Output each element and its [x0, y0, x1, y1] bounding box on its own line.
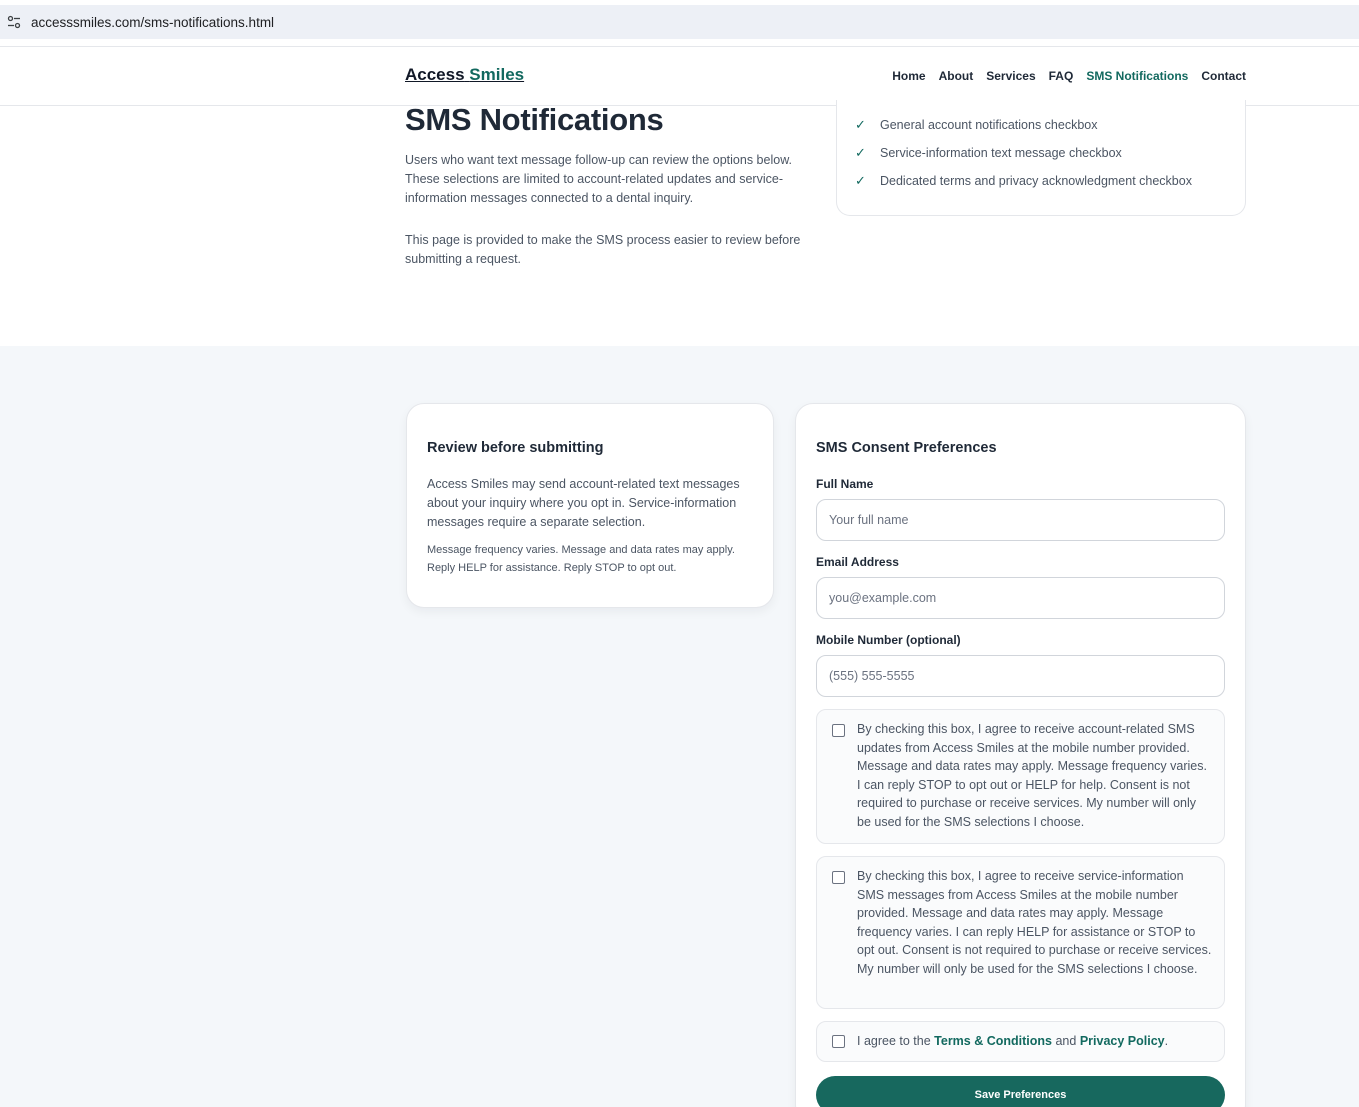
url-bar[interactable]: accesssmiles.com/sms-notifications.html — [0, 5, 1359, 39]
full-name-input[interactable] — [816, 499, 1225, 541]
check-icon: ✓ — [855, 145, 866, 160]
main-nav: Home About Services FAQ SMS Notification… — [892, 69, 1246, 83]
nav-sms-notifications[interactable]: SMS Notifications — [1086, 69, 1188, 83]
privacy-policy-link[interactable]: Privacy Policy — [1080, 1034, 1165, 1048]
page-title: SMS Notifications — [405, 102, 664, 137]
email-label: Email Address — [816, 555, 899, 569]
account-sms-checkbox[interactable] — [832, 724, 845, 737]
service-sms-checkbox[interactable] — [832, 871, 845, 884]
nav-about[interactable]: About — [939, 69, 974, 83]
nav-faq[interactable]: FAQ — [1049, 69, 1074, 83]
logo-text-access: Access — [405, 65, 465, 84]
site-header: Access Smiles Home About Services FAQ SM… — [0, 46, 1359, 106]
hero-secondary-text: This page is provided to make the SMS pr… — [405, 233, 801, 266]
check-icon: ✓ — [855, 117, 866, 132]
check-icon: ✓ — [855, 173, 866, 188]
logo-text-smiles: Smiles — [469, 65, 525, 84]
checklist-item: ✓ Dedicated terms and privacy acknowledg… — [855, 173, 1192, 189]
mobile-label: Mobile Number (optional) — [816, 633, 961, 647]
email-input[interactable] — [816, 577, 1225, 619]
review-card-disclaimer: Message frequency varies. Message and da… — [427, 544, 735, 574]
sms-consent-section: Review before submitting Access Smiles m… — [0, 346, 1359, 1107]
save-preferences-button[interactable]: Save Preferences — [816, 1076, 1225, 1107]
terms-checkbox[interactable] — [832, 1035, 845, 1048]
service-sms-consent-text: By checking this box, I agree to receive… — [857, 869, 1212, 976]
form-title: SMS Consent Preferences — [816, 440, 997, 456]
site-logo[interactable]: Access Smiles — [405, 65, 524, 85]
browser-address-bar: accesssmiles.com/sms-notifications.html — [0, 0, 1359, 46]
service-sms-consent-box: By checking this box, I agree to receive… — [816, 856, 1225, 1009]
nav-home[interactable]: Home — [892, 69, 925, 83]
checklist-item-label: Dedicated terms and privacy acknowledgme… — [880, 174, 1192, 188]
checklist-item: ✓ Service-information text message check… — [855, 145, 1122, 161]
nav-contact[interactable]: Contact — [1201, 69, 1246, 83]
checklist-item-label: Service-information text message checkbo… — [880, 146, 1122, 160]
url-text[interactable]: accesssmiles.com/sms-notifications.html — [31, 15, 274, 30]
tune-icon[interactable] — [3, 11, 25, 33]
checklist-card: ✓ General account notifications checkbox… — [836, 100, 1246, 216]
hero-intro-text: Users who want text message follow-up ca… — [405, 153, 792, 205]
terms-and: and — [1055, 1034, 1077, 1048]
nav-services[interactable]: Services — [986, 69, 1035, 83]
terms-prefix: I agree to the — [857, 1034, 931, 1048]
terms-conditions-link[interactable]: Terms & Conditions — [934, 1034, 1052, 1048]
mobile-input[interactable] — [816, 655, 1225, 697]
terms-consent-text: I agree to the Terms & Conditions and Pr… — [857, 1032, 1213, 1051]
terms-consent-box: I agree to the Terms & Conditions and Pr… — [816, 1021, 1225, 1062]
checklist-item-label: General account notifications checkbox — [880, 118, 1098, 132]
review-card: Review before submitting Access Smiles m… — [406, 403, 774, 608]
terms-suffix: . — [1164, 1034, 1169, 1048]
sms-consent-form: SMS Consent Preferences Full Name Email … — [795, 403, 1246, 1107]
full-name-label: Full Name — [816, 477, 874, 491]
account-sms-consent-text: By checking this box, I agree to receive… — [857, 722, 1207, 829]
review-card-text: Access Smiles may send account-related t… — [427, 477, 740, 529]
review-card-title: Review before submitting — [427, 440, 604, 456]
checklist-item: ✓ General account notifications checkbox — [855, 117, 1098, 133]
account-sms-consent-box: By checking this box, I agree to receive… — [816, 709, 1225, 844]
hero-section: SMS Notifications Users who want text me… — [0, 100, 1359, 346]
